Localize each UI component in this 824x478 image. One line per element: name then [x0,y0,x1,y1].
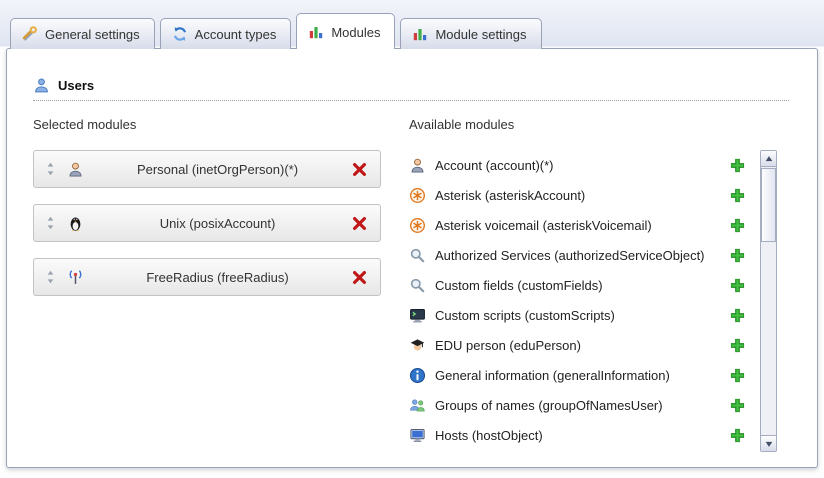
available-module-row: Groups of names (groupOfNamesUser) [409,390,760,420]
available-module-row: General information (generalInformation) [409,360,760,390]
chart-icon [308,24,324,40]
available-module-label: Asterisk voicemail (asteriskVoicemail) [435,218,729,233]
available-module-row: Custom scripts (customScripts) [409,300,760,330]
scrollbar-thumb[interactable] [761,168,776,242]
tools-icon [22,26,38,42]
content-panel: Users Selected modules Personal (inetOrg… [6,48,818,468]
scroll-up-button[interactable] [761,151,776,167]
group-icon [409,397,426,414]
scroll-up-icon [764,154,774,164]
available-module-label: EDU person (eduPerson) [435,338,729,353]
asterisk-icon [409,187,426,204]
tab-label: Module settings [435,27,526,42]
available-module-row: Asterisk voicemail (asteriskVoicemail) [409,210,760,240]
available-module-label: Custom fields (customFields) [435,278,729,293]
radius-icon [67,269,84,286]
selected-module-row: Unix (posixAccount) [33,204,381,242]
tab-label: General settings [45,27,140,42]
available-module-row: Authorized Services (authorizedServiceOb… [409,240,760,270]
tab-modules[interactable]: Modules [296,13,395,49]
magnifier-icon [409,247,426,264]
selected-modules-column: Selected modules Personal (inetOrgPerson… [33,117,381,452]
scroll-down-icon [764,439,774,449]
available-modules-column: Available modules Account (account)(*) A… [409,117,777,452]
available-module-row: Custom fields (customFields) [409,270,760,300]
drag-handle-icon[interactable] [46,270,55,284]
asterisk-icon [409,217,426,234]
add-module-button[interactable] [729,367,746,384]
selected-modules-heading: Selected modules [33,117,381,132]
add-module-button[interactable] [729,427,746,444]
person-icon [409,157,426,174]
remove-module-button[interactable] [351,161,368,178]
scrollbar[interactable] [760,150,777,452]
tab-label: Modules [331,25,380,40]
refresh-icon [172,26,188,42]
add-module-button[interactable] [729,217,746,234]
computer-icon [409,427,426,444]
tab-module-settings[interactable]: Module settings [400,18,541,49]
available-module-row: Asterisk (asteriskAccount) [409,180,760,210]
selected-module-row: Personal (inetOrgPerson)(*) [33,150,381,188]
available-modules-list: Account (account)(*) Asterisk (asteriskA… [409,150,760,452]
add-module-button[interactable] [729,157,746,174]
add-module-button[interactable] [729,397,746,414]
scroll-down-button[interactable] [761,435,776,451]
info-icon [409,367,426,384]
user-icon [33,77,50,94]
selected-module-label: FreeRadius (freeRadius) [84,270,351,285]
drag-handle-icon[interactable] [46,216,55,230]
available-module-label: Asterisk (asteriskAccount) [435,188,729,203]
section-title: Users [58,78,94,93]
selected-modules-list: Personal (inetOrgPerson)(*) Unix (posixA… [33,150,381,296]
tab-account-types[interactable]: Account types [160,18,292,49]
available-modules-heading: Available modules [409,117,777,132]
selected-module-label: Personal (inetOrgPerson)(*) [84,162,351,177]
modules-columns: Selected modules Personal (inetOrgPerson… [33,117,777,452]
section-header: Users [33,77,789,101]
tab-general-settings[interactable]: General settings [10,18,155,49]
available-module-row: EDU person (eduPerson) [409,330,760,360]
available-module-row: Account (account)(*) [409,150,760,180]
remove-module-button[interactable] [351,215,368,232]
available-module-label: Account (account)(*) [435,158,729,173]
selected-module-label: Unix (posixAccount) [84,216,351,231]
tab-bar: General settings Account types Modules M… [0,0,824,48]
terminal-icon [409,307,426,324]
available-module-label: Groups of names (groupOfNamesUser) [435,398,729,413]
remove-module-button[interactable] [351,269,368,286]
chart-icon [412,26,428,42]
available-module-label: Hosts (hostObject) [435,428,729,443]
person-icon [67,161,84,178]
add-module-button[interactable] [729,187,746,204]
tab-label: Account types [195,27,277,42]
available-modules-wrap: Account (account)(*) Asterisk (asteriskA… [409,150,777,452]
available-module-label: Custom scripts (customScripts) [435,308,729,323]
selected-module-row: FreeRadius (freeRadius) [33,258,381,296]
penguin-icon [67,215,84,232]
add-module-button[interactable] [729,337,746,354]
add-module-button[interactable] [729,307,746,324]
graduate-icon [409,337,426,354]
available-module-label: Authorized Services (authorizedServiceOb… [435,248,729,263]
add-module-button[interactable] [729,247,746,264]
available-module-label: General information (generalInformation) [435,368,729,383]
available-module-row: Hosts (hostObject) [409,420,760,450]
add-module-button[interactable] [729,277,746,294]
drag-handle-icon[interactable] [46,162,55,176]
magnifier-icon [409,277,426,294]
